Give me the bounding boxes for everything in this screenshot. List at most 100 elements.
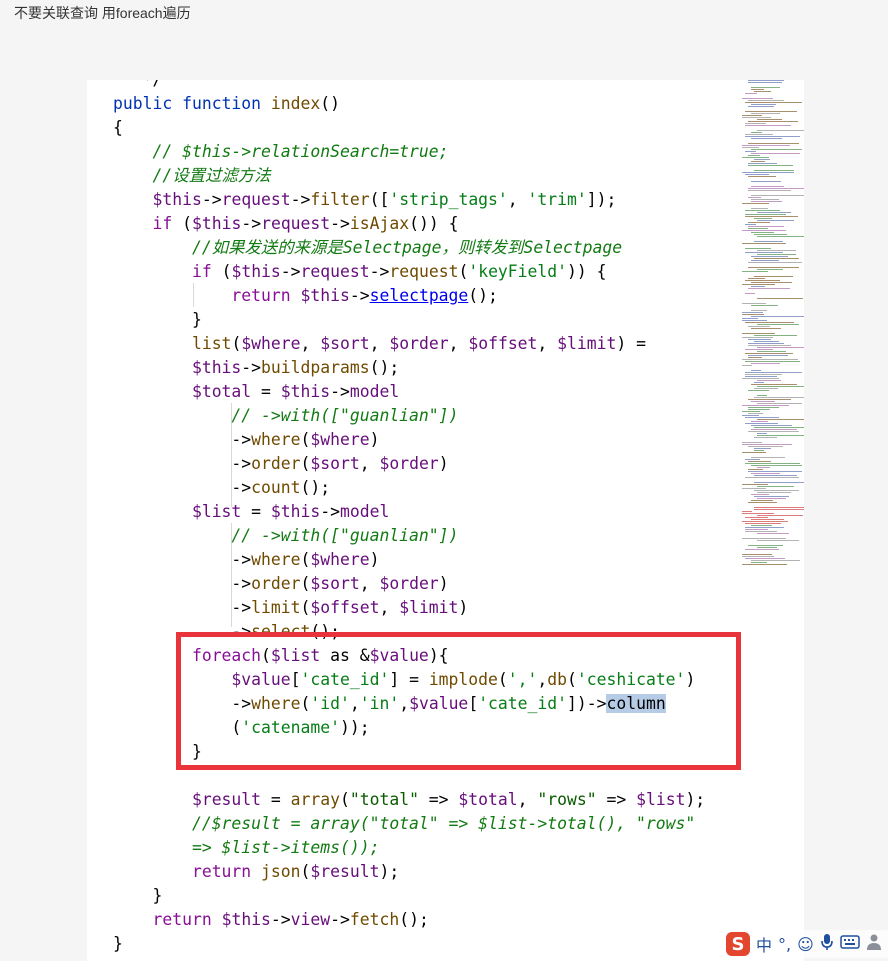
code-token: ) (369, 430, 380, 449)
code-token: => (418, 790, 459, 809)
code-token: -> (330, 910, 350, 929)
code-token: $list (636, 790, 686, 809)
emoji-icon[interactable]: ☺ (797, 935, 814, 954)
minimap-stroke (754, 450, 764, 451)
minimap-stroke (745, 527, 784, 528)
keyboard-icon[interactable] (840, 934, 860, 954)
microphone-icon[interactable] (820, 933, 834, 956)
code-token: list (191, 334, 232, 353)
code-token: , (517, 790, 538, 809)
code-token: -> (320, 502, 340, 521)
code-line: // ->with(["guanlian"]) (87, 524, 705, 548)
minimap-stroke (742, 359, 798, 360)
minimap-stroke (742, 243, 786, 244)
person-icon[interactable] (866, 933, 882, 956)
code-token: $offset (310, 598, 380, 617)
minimap-stroke (754, 241, 783, 242)
code-token: model (349, 382, 400, 401)
sogou-logo-icon[interactable]: S (726, 932, 750, 956)
code-token: return (191, 862, 252, 881)
minimap-stroke (751, 181, 781, 182)
minimap-stroke (742, 405, 789, 406)
code-token: -> (241, 214, 262, 233)
minimap-stroke (754, 482, 804, 483)
minimap-stroke (745, 353, 793, 354)
minimap-stroke (748, 357, 762, 358)
code-token: request (221, 190, 291, 209)
minimap-stroke (751, 260, 779, 261)
minimap-stroke (745, 136, 800, 137)
code-line: { (87, 116, 705, 140)
code-token: $this (270, 502, 321, 521)
minimap-stroke (751, 473, 780, 474)
code-line: $this->request->filter(['strip_tags', 't… (87, 188, 705, 212)
minimap-stroke (742, 314, 764, 315)
code-token: , (537, 334, 558, 353)
minimap-stroke (745, 123, 766, 124)
code-token: ) (369, 550, 380, 569)
ime-toolbar[interactable]: S 中 °, ☺ (720, 930, 888, 958)
minimap-stroke (751, 310, 767, 311)
code-line: if ($this->request->request('keyField'))… (87, 260, 705, 284)
minimap-stroke (742, 513, 774, 514)
code-token: $order (379, 454, 439, 473)
code-link[interactable]: selectpage (370, 286, 469, 305)
code-line: ->limit($offset, $limit) (87, 596, 705, 620)
code-token: return (231, 286, 291, 305)
minimap-stroke (742, 203, 769, 204)
minimap-stroke (757, 254, 796, 255)
code-editor[interactable]: */public function index(){ // $this->rel… (87, 80, 804, 961)
minimap-stroke (745, 174, 769, 175)
code-line: return $this->view->fetch(); (87, 908, 705, 932)
minimap-stroke (751, 138, 782, 139)
minimap-stroke (742, 230, 786, 231)
code-content[interactable]: */public function index(){ // $this->rel… (87, 80, 705, 956)
minimap-stroke (751, 421, 768, 422)
minimap-stroke (742, 145, 790, 146)
code-line: // $this->relationSearch=true; (87, 140, 705, 164)
code-line: } (87, 308, 705, 332)
minimap-stroke (742, 554, 772, 555)
code-token: "rows" (537, 790, 597, 809)
minimap-stroke (745, 517, 768, 518)
code-token: json (261, 862, 301, 881)
punctuation-toggle[interactable]: °, (778, 935, 791, 954)
minimap-stroke (754, 276, 793, 277)
minimap-stroke (748, 390, 769, 391)
code-token: , (507, 190, 528, 209)
ime-mode-toggle[interactable]: 中 (756, 932, 772, 956)
minimap-stroke (757, 515, 803, 516)
code-token: ) = (616, 334, 646, 353)
code-token: , (369, 334, 390, 353)
code-token: -> (113, 598, 252, 617)
minimap-stroke (754, 490, 799, 491)
minimap-stroke (745, 423, 778, 424)
minimap-stroke (748, 188, 804, 189)
minimap-stroke (754, 170, 794, 171)
code-token: index (270, 94, 321, 113)
code-token: ); (685, 790, 706, 809)
minimap-stroke (751, 494, 769, 495)
code-token: } (113, 310, 202, 329)
code-token: order (251, 454, 301, 473)
minimap-stroke (742, 538, 786, 539)
minimap-stroke (748, 431, 799, 432)
minimap-stroke (748, 399, 791, 400)
code-token: $limit (557, 334, 617, 353)
minimap-stroke (751, 562, 767, 563)
code-token: -> (241, 358, 262, 377)
minimap-stroke (751, 363, 780, 364)
code-token: $this (191, 358, 242, 377)
code-line: } (87, 932, 705, 956)
code-token: ]); (586, 190, 617, 209)
minimap-stroke (757, 533, 789, 534)
code-line: //设置过滤方法 (87, 164, 705, 188)
minimap-stroke (745, 459, 760, 460)
code-minimap[interactable] (742, 80, 804, 570)
code-token: order (251, 574, 301, 593)
minimap-stroke (751, 429, 797, 430)
